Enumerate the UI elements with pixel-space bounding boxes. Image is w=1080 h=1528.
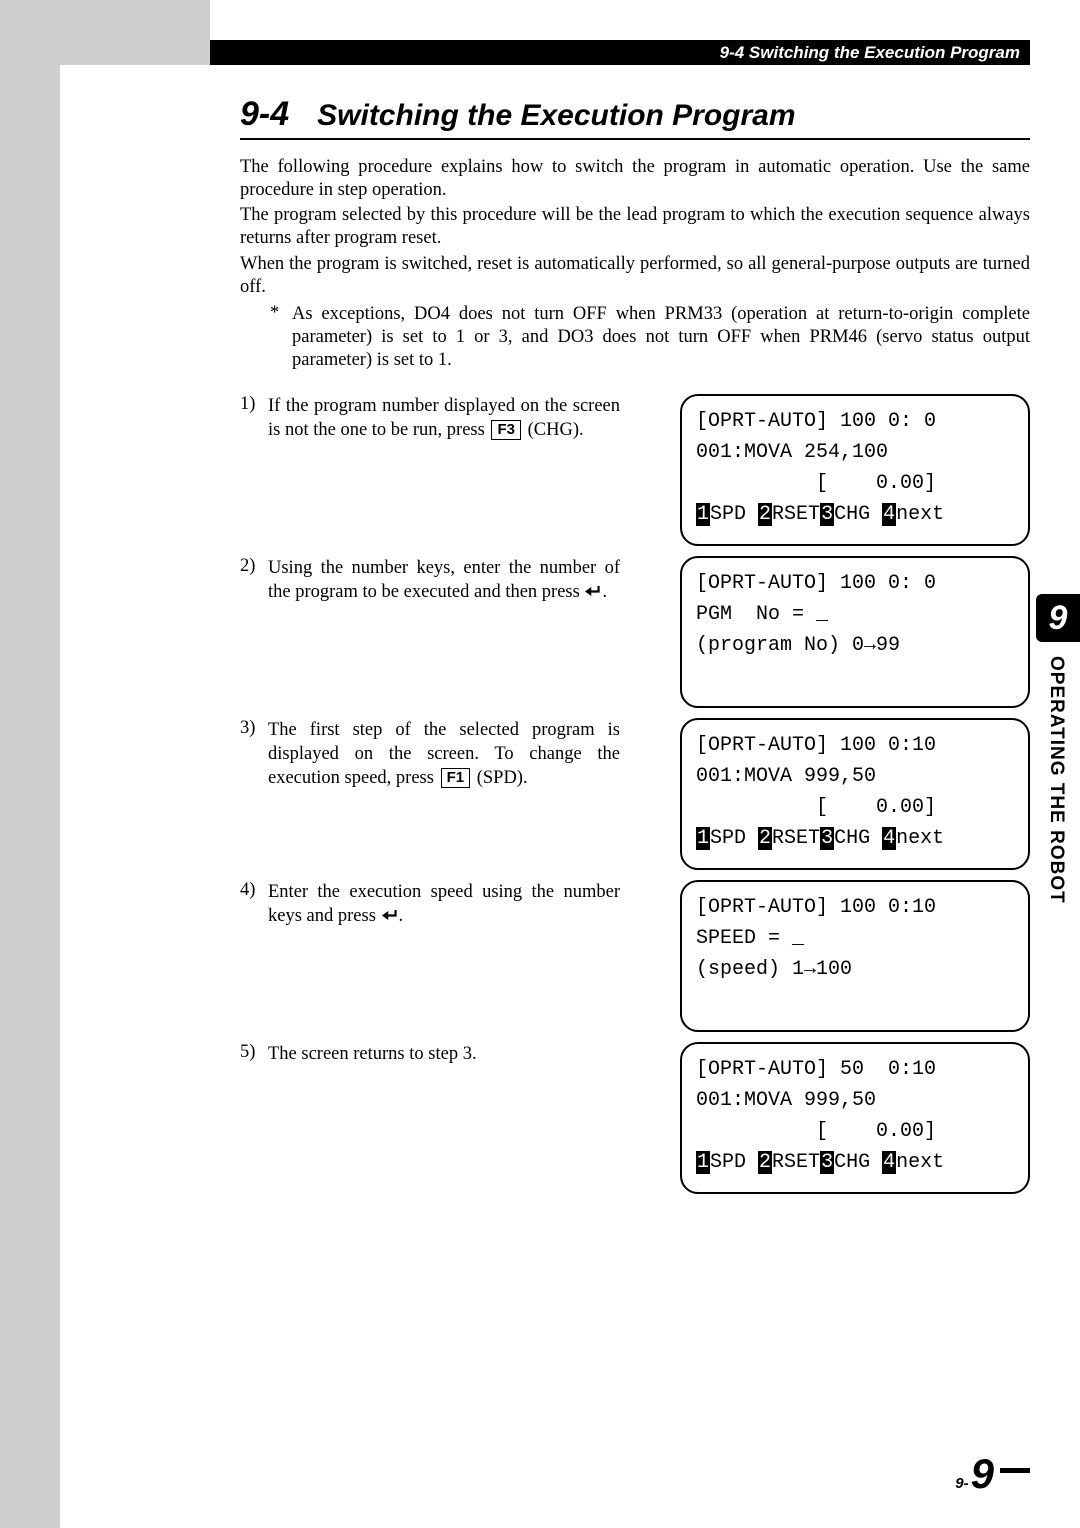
lcd-panel: [OPRT-AUTO] 100 0:10SPEED = _(speed) 1→1…: [680, 880, 1030, 1032]
fn-key-num: 4: [882, 503, 896, 526]
step-row: 2)Using the number keys, enter the numbe…: [240, 556, 1030, 708]
page-num-value: 9: [971, 1450, 994, 1498]
step-number: 2): [240, 556, 268, 606]
step-row: 5)The screen returns to step 3. [OPRT-AUT…: [240, 1042, 1030, 1194]
step-text: The screen returns to step 3.: [268, 1042, 620, 1066]
step-text: Enter the execution speed using the numb…: [268, 880, 620, 930]
step-number: 5): [240, 1042, 268, 1066]
step-number: 1): [240, 394, 268, 442]
step-row: 4)Enter the execution speed using the nu…: [240, 880, 1030, 1032]
step-number: 3): [240, 718, 268, 790]
lcd-panel: [OPRT-AUTO] 100 0: 0PGM No = _(program N…: [680, 556, 1030, 708]
lcd-fn-line: 1SPD 2RSET3CHG 4next: [696, 499, 1014, 530]
lcd-line: (program No) 0→99: [696, 630, 1014, 661]
fn-key-num: 3: [820, 503, 834, 526]
lcd-panel: [OPRT-AUTO] 100 0: 0001:MOVA 254,100 [ 0…: [680, 394, 1030, 546]
keycap-f1: F1: [441, 768, 471, 788]
section-num: 9-4: [240, 95, 289, 133]
fn-key-num: 4: [882, 827, 896, 850]
lcd-line: [696, 661, 1014, 692]
keycap-f3: F3: [491, 420, 521, 440]
chapter-number: 9: [1036, 594, 1080, 642]
fn-key-num: 1: [696, 503, 710, 526]
intro-p2: The program selected by this procedure w…: [240, 204, 1030, 250]
fn-key-num: 2: [758, 1151, 772, 1174]
intro-p1: The following procedure explains how to …: [240, 156, 1030, 202]
intro-block: The following procedure explains how to …: [240, 156, 1030, 372]
lcd-line: (speed) 1→100: [696, 954, 1014, 985]
lcd-line: [ 0.00]: [696, 792, 1014, 823]
lcd-line: [OPRT-AUTO] 100 0:10: [696, 730, 1014, 761]
enter-key-icon: [584, 582, 602, 606]
page-number: 9- 9: [955, 1450, 1030, 1498]
step-text: If the program number displayed on the s…: [268, 394, 620, 442]
left-gutter: [0, 65, 60, 1528]
lcd-line: SPEED = _: [696, 923, 1014, 954]
lcd-line: 001:MOVA 999,50: [696, 1085, 1014, 1116]
note-text: As exceptions, DO4 does not turn OFF whe…: [292, 303, 1030, 372]
lcd-line: [OPRT-AUTO] 100 0: 0: [696, 406, 1014, 437]
lcd-fn-line: 1SPD 2RSET3CHG 4next: [696, 1147, 1014, 1178]
page-num-rule: [1000, 1468, 1030, 1473]
step-number: 4): [240, 880, 268, 930]
step-text: The first step of the selected program i…: [268, 718, 620, 790]
page-num-prefix: 9-: [955, 1475, 968, 1492]
section-heading: 9-4 Switching the Execution Program: [240, 95, 1030, 140]
chapter-label: OPERATING THE ROBOT: [1036, 656, 1067, 904]
left-gutter-top: [0, 0, 210, 65]
step-text: Using the number keys, enter the number …: [268, 556, 620, 606]
lcd-panel: [OPRT-AUTO] 100 0:10001:MOVA 999,50 [ 0.…: [680, 718, 1030, 870]
fn-key-num: 1: [696, 1151, 710, 1174]
running-header-text: 9-4 Switching the Execution Program: [720, 43, 1020, 63]
lcd-line: [OPRT-AUTO] 50 0:10: [696, 1054, 1014, 1085]
lcd-panel: [OPRT-AUTO] 50 0:10001:MOVA 999,50 [ 0.0…: [680, 1042, 1030, 1194]
lcd-line: [696, 985, 1014, 1016]
lcd-line: [ 0.00]: [696, 1116, 1014, 1147]
section-title: Switching the Execution Program: [317, 99, 795, 132]
lcd-line: [OPRT-AUTO] 100 0:10: [696, 892, 1014, 923]
chapter-side-tab: 9 OPERATING THE ROBOT: [1036, 594, 1080, 904]
lcd-line: PGM No = _: [696, 599, 1014, 630]
note-asterisk: *: [270, 303, 292, 372]
lcd-line: [OPRT-AUTO] 100 0: 0: [696, 568, 1014, 599]
fn-key-num: 3: [820, 1151, 834, 1174]
fn-key-num: 1: [696, 827, 710, 850]
fn-key-num: 4: [882, 1151, 896, 1174]
running-header: 9-4 Switching the Execution Program: [210, 40, 1030, 65]
lcd-line: 001:MOVA 254,100: [696, 437, 1014, 468]
step-row: 3)The first step of the selected program…: [240, 718, 1030, 870]
fn-key-num: 2: [758, 827, 772, 850]
step-row: 1)If the program number displayed on the…: [240, 394, 1030, 546]
lcd-line: 001:MOVA 999,50: [696, 761, 1014, 792]
fn-key-num: 3: [820, 827, 834, 850]
intro-p3: When the program is switched, reset is a…: [240, 253, 1030, 299]
steps-list: 1)If the program number displayed on the…: [240, 394, 1030, 1194]
enter-key-icon: [381, 906, 399, 930]
fn-key-num: 2: [758, 503, 772, 526]
lcd-fn-line: 1SPD 2RSET3CHG 4next: [696, 823, 1014, 854]
lcd-line: [ 0.00]: [696, 468, 1014, 499]
